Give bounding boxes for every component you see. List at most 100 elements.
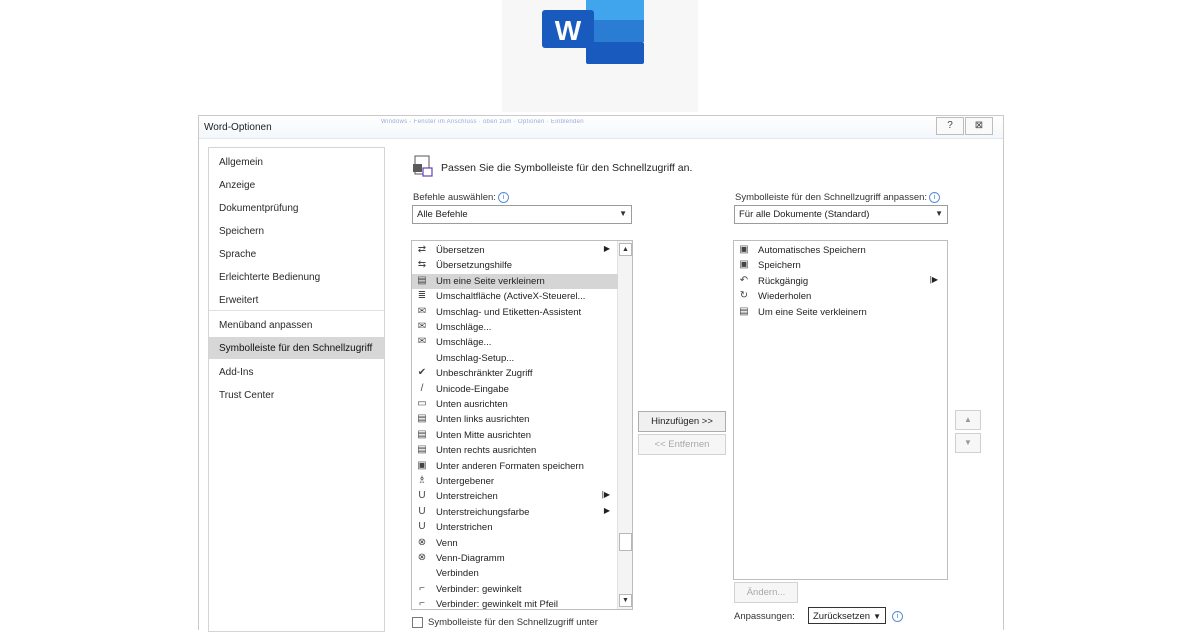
options-nav: Allgemein Anzeige Dokumentprüfung Speichern… xyxy=(208,147,385,632)
command-list-item[interactable]: U Unterstrichen xyxy=(412,520,618,535)
command-list-item[interactable]: ⊗ Venn xyxy=(412,536,618,551)
nav-item-5[interactable]: Erleichterte Bedienung xyxy=(209,266,384,288)
command-list-item[interactable]: ⇆ Übersetzungshilfe xyxy=(412,258,618,273)
qat-list-item[interactable]: ▣ Automatisches Speichern xyxy=(734,243,946,258)
nav-item-4[interactable]: Sprache xyxy=(209,243,384,265)
command-list-item[interactable]: / Unicode-Eingabe xyxy=(412,382,618,397)
add-button[interactable]: Hinzufügen >> xyxy=(638,411,726,432)
command-list-item[interactable]: ▤ Unten Mitte ausrichten xyxy=(412,428,618,443)
nav-item-0[interactable]: Allgemein xyxy=(209,151,384,173)
split-submenu-arrow-icon[interactable]: |▶ xyxy=(930,275,938,284)
list-item-label: Unicode-Eingabe xyxy=(436,383,509,395)
split-submenu-arrow-icon[interactable]: |▶ xyxy=(602,490,610,499)
elbow-arrow-connector-icon: ⌐ xyxy=(419,598,425,610)
word-options-dialog: Word-Optionen Windows - Fenster im Ansch… xyxy=(198,115,1004,632)
venn-icon: ⊗ xyxy=(417,536,427,548)
command-list-item[interactable]: ⌐ Verbinder: gewinkelt xyxy=(412,582,618,597)
help-button[interactable]: ? xyxy=(936,117,964,135)
close-button[interactable]: ⊠ xyxy=(965,117,993,135)
undo-icon: ↶ xyxy=(739,274,749,286)
command-list-item[interactable]: ✉ Umschlag- und Etiketten-Assistent xyxy=(412,305,618,320)
command-list-item[interactable]: ⊗ Venn-Diagramm xyxy=(412,551,618,566)
list-item-label: Verbinder: gewinkelt mit Pfeil xyxy=(436,599,558,610)
commands-scrollbar[interactable]: ▲ ▼ xyxy=(617,241,632,609)
commands-list[interactable]: ▲ ▼ ⇄ Übersetzen ▶ ⇆ Übersetzungshilfe ▤ Um ei… xyxy=(411,240,633,610)
activex-toggle-icon: ≣ xyxy=(417,290,427,302)
nav-item-8[interactable]: Symbolleiste für den Schnellzugriff xyxy=(209,337,384,359)
redo-icon: ↻ xyxy=(739,290,749,302)
nav-item-6[interactable]: Erweitert xyxy=(209,289,384,311)
command-list-item[interactable]: Umschlag-Setup... xyxy=(412,351,618,366)
nav-item-10[interactable]: Trust Center xyxy=(209,384,384,406)
nav-item-2[interactable]: Dokumentprüfung xyxy=(209,197,384,219)
elbow-connector-icon: ⌐ xyxy=(419,582,425,594)
command-list-item[interactable]: ⇄ Übersetzen ▶ xyxy=(412,243,618,258)
venn-diagram-icon: ⊗ xyxy=(417,552,427,563)
command-list-item[interactable]: ▤ Um eine Seite verkleinern xyxy=(412,273,618,289)
translate-icon: ⇄ xyxy=(417,244,427,255)
command-list-item[interactable]: ✉ Umschläge... xyxy=(412,335,618,350)
submenu-arrow-icon[interactable]: ▶ xyxy=(604,506,610,515)
list-item-label: Umschläge... xyxy=(436,337,492,349)
scroll-down-icon[interactable]: ▼ xyxy=(619,594,632,607)
command-list-item[interactable]: ▤ Unten links ausrichten xyxy=(412,412,618,427)
modify-button[interactable]: Ändern... xyxy=(734,582,798,603)
list-item-label: Übersetzungshilfe xyxy=(436,260,513,272)
nav-item-9[interactable]: Add-Ins xyxy=(209,361,384,383)
command-list-item[interactable]: ✉ Umschläge... xyxy=(412,320,618,335)
scroll-up-icon[interactable]: ▲ xyxy=(619,243,632,256)
scroll-thumb[interactable] xyxy=(619,533,632,551)
command-list-item[interactable]: ✔ Unbeschränkter Zugriff xyxy=(412,366,618,381)
underline-icon: U xyxy=(418,490,426,502)
submenu-arrow-icon[interactable]: ▶ xyxy=(604,244,610,253)
shrink-page-icon: ▤ xyxy=(739,305,749,317)
command-list-item[interactable]: ≣ Umschaltfläche (ActiveX-Steuerel... xyxy=(412,289,618,304)
commands-label: Befehle auswählen: i xyxy=(413,192,509,203)
qat-below-ribbon-checkbox[interactable]: Symbolleiste für den Schnellzugriff unte… xyxy=(412,617,598,628)
command-list-item[interactable]: Verbinden xyxy=(412,566,618,581)
move-up-button[interactable]: ▲ xyxy=(955,410,981,430)
list-item-label: Unten rechts ausrichten xyxy=(436,445,537,457)
command-list-item[interactable]: ♗ Untergebener xyxy=(412,474,618,489)
commands-select[interactable]: Alle Befehle ▼ xyxy=(412,205,632,224)
list-item-label: Speichern xyxy=(758,260,801,272)
command-list-item[interactable]: U Unterstreichen |▶ xyxy=(412,489,618,504)
qat-list-item[interactable]: ▤ Um eine Seite verkleinern xyxy=(734,305,946,320)
underline-icon: U xyxy=(418,521,426,533)
info-icon: i xyxy=(929,192,941,203)
list-item-label: Unten ausrichten xyxy=(436,399,508,410)
qat-list-item[interactable]: ▣ Speichern xyxy=(734,258,946,273)
qat-list-item[interactable]: ↶ Rückgängig |▶ xyxy=(734,274,946,289)
command-list-item[interactable]: ▭ Unten ausrichten xyxy=(412,397,618,412)
nav-item-label: Symbolleiste für den Schnellzugriff xyxy=(219,343,373,354)
nav-item-3[interactable]: Speichern xyxy=(209,220,384,242)
command-list-item[interactable]: ▣ Unter anderen Formaten speichern xyxy=(412,459,618,474)
dropdown-arrow-icon: ▼ xyxy=(873,612,881,621)
qat-scope-select[interactable]: Für alle Dokumente (Standard) ▼ xyxy=(734,205,948,224)
nav-item-1[interactable]: Anzeige xyxy=(209,174,384,196)
dialog-title: Word-Optionen xyxy=(204,122,272,133)
save-as-icon: ▣ xyxy=(417,459,427,471)
command-list-item[interactable]: U Unterstreichungsfarbe ▶ xyxy=(412,505,618,520)
command-list-item[interactable]: ⌐ Verbinder: gewinkelt mit Pfeil xyxy=(412,597,618,610)
checkbox-box[interactable] xyxy=(412,617,423,628)
command-list-item[interactable]: ▤ Unten rechts ausrichten xyxy=(412,443,618,458)
word-logo-icon: W xyxy=(542,0,644,64)
list-item-label: Umschlag-Setup... xyxy=(436,352,515,364)
nav-item-label: Erweitert xyxy=(219,295,259,306)
underline-color-icon: U xyxy=(418,505,426,517)
nav-item-label: Dokumentprüfung xyxy=(219,203,299,214)
dialog-caption: Windows - Fenster im Anschluss · oben zu… xyxy=(381,119,584,125)
list-item-label: Unter anderen Formaten speichern xyxy=(436,460,584,472)
reset-dropdown[interactable]: Zurücksetzen ▼ xyxy=(808,607,886,624)
remove-button[interactable]: << Entfernen xyxy=(638,434,726,455)
qat-customize-icon xyxy=(413,155,433,177)
list-item-label: Wiederholen xyxy=(758,291,812,303)
nav-item-label: Anzeige xyxy=(219,180,256,191)
list-item-label: Umschaltfläche (ActiveX-Steuerel... xyxy=(436,291,586,303)
nav-item-7[interactable]: Menüband anpassen xyxy=(209,314,384,336)
list-item-label: Unterstreichen xyxy=(436,491,498,503)
qat-list-item[interactable]: ↻ Wiederholen xyxy=(734,289,946,304)
qat-list[interactable]: ▣ Automatisches Speichern ▣ Speichern ↶ Rückg… xyxy=(733,240,948,580)
move-down-button[interactable]: ▼ xyxy=(955,433,981,453)
